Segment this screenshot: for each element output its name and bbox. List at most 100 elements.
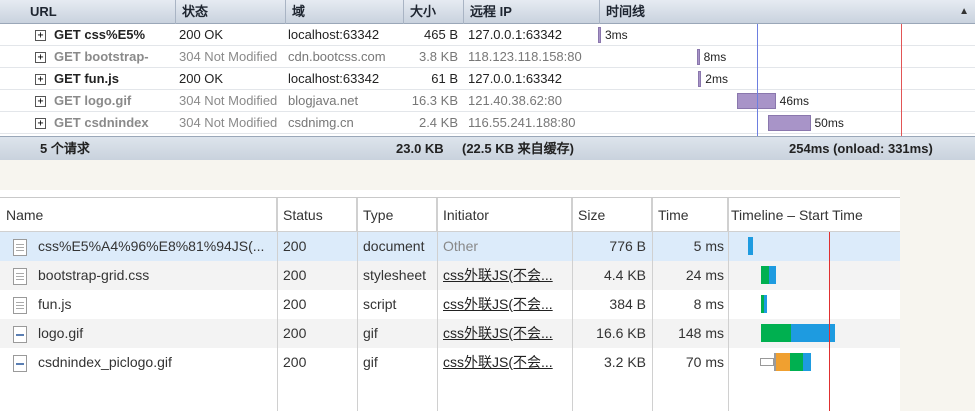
firebug-summary-row: 5 个请求 23.0 KB (22.5 KB 来自缓存) 254ms (onlo…	[0, 136, 975, 160]
timeline-bar[interactable]	[768, 115, 811, 131]
column-header-domain[interactable]: 域	[286, 0, 404, 24]
waterfall-segment[interactable]	[761, 266, 769, 284]
request-row[interactable]: csdnindex_piclogo.gif 200 gif css外联JS(不会...…	[0, 348, 900, 377]
request-status: 200 OK	[179, 27, 224, 42]
background-gap-right	[900, 190, 975, 411]
column-header-size[interactable]: 大小	[404, 0, 464, 24]
request-size: 776 B	[609, 238, 646, 254]
request-name[interactable]: csdnindex_piclogo.gif	[32, 348, 276, 377]
request-name[interactable]: fun.js	[32, 290, 276, 319]
request-type: stylesheet	[363, 267, 427, 283]
column-header-type[interactable]: Type	[357, 198, 437, 232]
waterfall-segment[interactable]	[776, 353, 790, 371]
request-status: 200	[283, 354, 307, 370]
waterfall-segment[interactable]	[803, 353, 811, 371]
chrome-network-panel: Name Status Type Initiator Size Time Tim…	[0, 197, 900, 411]
column-divider	[728, 198, 729, 411]
request-status: 200	[283, 267, 307, 283]
waterfall-segment[interactable]	[761, 324, 791, 342]
document-file-icon	[13, 297, 27, 314]
column-header-timeline[interactable]: Timeline – Start Time	[728, 198, 900, 232]
expand-icon[interactable]: +	[35, 74, 46, 85]
request-initiator: css外联JS(不会...	[437, 261, 572, 290]
request-url[interactable]: GET css%E5%	[54, 24, 158, 46]
load-event-line	[829, 232, 830, 411]
expand-icon[interactable]: +	[35, 30, 46, 41]
waterfall-segment[interactable]	[760, 358, 774, 366]
request-time: 70 ms	[685, 354, 724, 370]
request-size: 16.3 KB	[411, 93, 458, 108]
initiator-text: Other	[443, 238, 479, 254]
request-name[interactable]: css%E5%A4%96%E8%81%94JS(...	[32, 232, 276, 261]
initiator-link[interactable]: css外联JS(不会...	[443, 267, 553, 283]
column-header-size[interactable]: Size	[572, 198, 652, 232]
request-name[interactable]: bootstrap-grid.css	[32, 261, 276, 290]
expand-icon[interactable]: +	[35, 118, 46, 129]
column-header-timeline[interactable]: 时间线 ▲	[600, 0, 975, 24]
column-header-url[interactable]: URL	[24, 0, 176, 24]
request-url[interactable]: GET logo.gif	[54, 90, 158, 112]
column-header-timeline-label: 时间线	[606, 4, 646, 19]
initiator-link[interactable]: css外联JS(不会...	[443, 354, 553, 370]
total-time: 254ms (onload: 331ms)	[789, 141, 933, 156]
request-url[interactable]: GET bootstrap-	[54, 46, 158, 68]
initiator-link[interactable]: css外联JS(不会...	[443, 325, 553, 341]
request-status: 200	[283, 296, 307, 312]
image-file-icon	[13, 326, 27, 343]
column-header-initiator[interactable]: Initiator	[437, 198, 572, 232]
document-file-icon	[13, 239, 27, 256]
request-row[interactable]: + GET bootstrap- 304 Not Modified cdn.bootc…	[0, 46, 975, 68]
request-row[interactable]: fun.js 200 script css外联JS(不会... 384 B 8 ms	[0, 290, 900, 319]
request-size: 4.4 KB	[603, 267, 646, 283]
request-row[interactable]: + GET css%E5% 200 OK localhost:63342 465 B 12…	[0, 24, 975, 46]
firebug-header-row: URL 状态 域 大小 远程 IP 时间线 ▲	[0, 0, 975, 24]
column-header-name[interactable]: Name	[0, 198, 277, 232]
request-size: 3.8 KB	[418, 49, 458, 64]
request-url[interactable]: GET csdnindex	[54, 112, 158, 134]
timeline-bar[interactable]	[598, 27, 601, 43]
request-size: 384 B	[609, 296, 646, 312]
timeline-bar[interactable]	[698, 71, 702, 87]
request-row[interactable]: + GET csdnindex 304 Not Modified csdnimg.cn…	[0, 112, 975, 134]
request-size: 465 B	[424, 27, 458, 42]
expand-icon[interactable]: +	[35, 52, 46, 63]
request-time: 5 ms	[693, 238, 724, 254]
request-row[interactable]: logo.gif 200 gif css外联JS(不会... 16.6 KB 148 ms	[0, 319, 900, 348]
column-divider	[437, 198, 438, 411]
column-header-status[interactable]: Status	[277, 198, 357, 232]
column-header-status[interactable]: 状态	[176, 0, 286, 24]
request-status: 304 Not Modified	[179, 49, 278, 64]
request-status: 304 Not Modified	[179, 93, 278, 108]
timeline-duration-label: 8ms	[703, 50, 727, 64]
sort-ascending-icon[interactable]: ▲	[959, 0, 969, 24]
request-row[interactable]: + GET fun.js 200 OK localhost:63342 61 B 127.…	[0, 68, 975, 90]
request-url[interactable]: GET fun.js	[54, 68, 158, 90]
timeline-bar[interactable]	[696, 49, 700, 65]
request-status: 200	[283, 325, 307, 341]
total-size: 23.0 KB	[396, 141, 444, 156]
waterfall-segment[interactable]	[769, 266, 776, 284]
initiator-link[interactable]: css外联JS(不会...	[443, 296, 553, 312]
request-domain: blogjava.net	[288, 93, 359, 108]
request-row[interactable]: + GET logo.gif 304 Not Modified blogjava.ne…	[0, 90, 975, 112]
timeline-duration-label: 46ms	[779, 94, 809, 108]
request-name[interactable]: logo.gif	[32, 319, 276, 348]
waterfall-segment[interactable]	[764, 295, 767, 313]
request-row[interactable]: css%E5%A4%96%E8%81%94JS(... 200 document Ot…	[0, 232, 900, 261]
request-status: 200 OK	[179, 71, 224, 86]
request-row[interactable]: bootstrap-grid.css 200 stylesheet css外联JS(不…	[0, 261, 900, 290]
column-header-time[interactable]: Time	[652, 198, 728, 232]
waterfall-segment[interactable]	[748, 237, 753, 255]
expand-icon[interactable]: +	[35, 96, 46, 107]
background-gap	[0, 160, 975, 190]
request-remote-ip: 118.123.118.158:80	[468, 49, 582, 64]
request-status: 200	[283, 238, 307, 254]
request-size: 16.6 KB	[596, 325, 646, 341]
document-file-icon	[13, 268, 27, 285]
column-divider	[572, 198, 573, 411]
column-header-remote-ip[interactable]: 远程 IP	[464, 0, 600, 24]
request-domain: cdn.bootcss.com	[288, 49, 386, 64]
waterfall-segment[interactable]	[790, 353, 803, 371]
request-size: 3.2 KB	[603, 354, 646, 370]
request-type: document	[363, 238, 425, 254]
